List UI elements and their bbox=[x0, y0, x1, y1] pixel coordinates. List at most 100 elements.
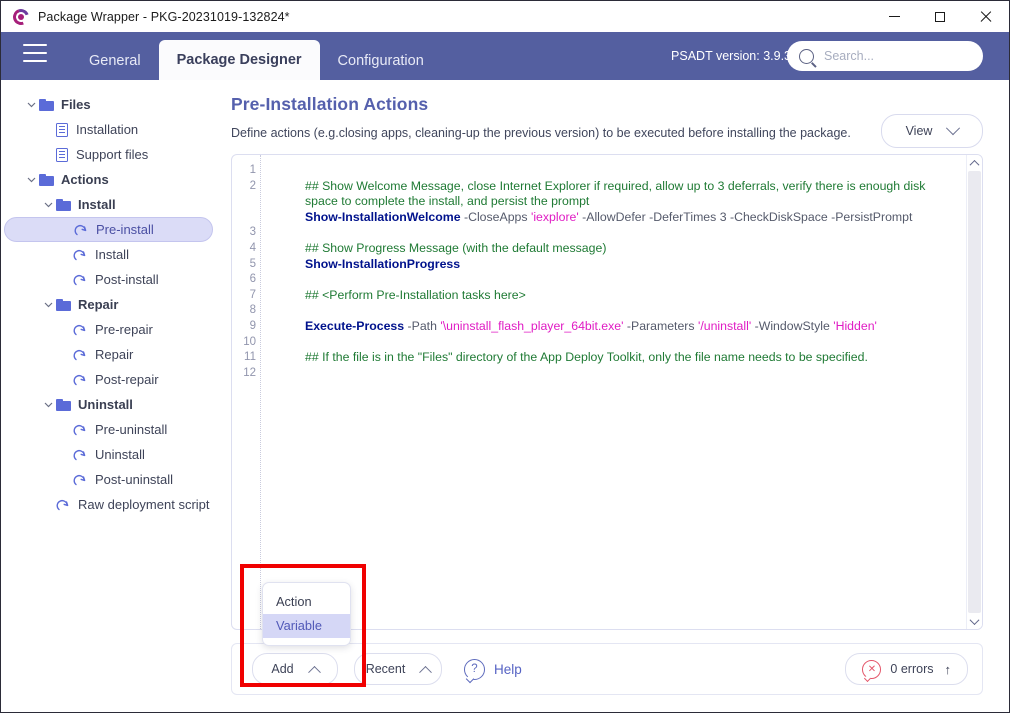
sidebar-item-repair[interactable]: Repair bbox=[1, 342, 223, 367]
title-bar: Package Wrapper - PKG-20231019-132824* bbox=[1, 1, 1009, 32]
line-number: 1 bbox=[249, 164, 256, 176]
chevron-up-icon bbox=[307, 665, 321, 679]
sidebar-item-repair-group[interactable]: Repair bbox=[1, 292, 223, 317]
menu-item-action[interactable]: Action bbox=[263, 590, 350, 614]
sidebar-item-post-uninstall[interactable]: Post-uninstall bbox=[1, 467, 223, 492]
sidebar-tree: Files Installation Support files Actions… bbox=[1, 80, 223, 712]
close-button[interactable] bbox=[963, 1, 1009, 32]
sidebar-item-label: Pre-repair bbox=[95, 322, 153, 337]
action-arrow-icon bbox=[73, 273, 88, 287]
sidebar-item-installation[interactable]: Installation bbox=[1, 117, 223, 142]
tab-configuration[interactable]: Configuration bbox=[320, 42, 442, 80]
search-box[interactable] bbox=[787, 41, 983, 71]
sidebar-item-files[interactable]: Files bbox=[1, 92, 223, 117]
maximize-icon bbox=[935, 11, 945, 22]
sidebar-item-uninstall[interactable]: Uninstall bbox=[1, 442, 223, 467]
line-number: 8 bbox=[249, 304, 256, 317]
chevron-down-icon bbox=[969, 614, 980, 625]
minimize-button[interactable] bbox=[871, 1, 917, 32]
code-token-param: -AllowDefer -DeferTimes 3 -CheckDiskSpac… bbox=[578, 209, 913, 224]
line-number: 2 bbox=[249, 179, 256, 192]
code-token-param: -WindowStyle bbox=[751, 318, 834, 333]
sidebar-item-post-install[interactable]: Post-install bbox=[1, 267, 223, 292]
sidebar-item-pre-repair[interactable]: Pre-repair bbox=[1, 317, 223, 342]
sidebar-item-post-repair[interactable]: Post-repair bbox=[1, 367, 223, 392]
minimize-icon bbox=[888, 16, 900, 17]
code-token-param: -Parameters bbox=[623, 318, 698, 333]
code-token-comment: ## If the file is in the "Files" directo… bbox=[305, 350, 868, 365]
menu-item-variable[interactable]: Variable bbox=[263, 614, 350, 638]
sidebar-item-label: Support files bbox=[76, 147, 149, 162]
chevron-down-icon[interactable] bbox=[40, 202, 56, 208]
chevron-down-icon[interactable] bbox=[40, 402, 56, 408]
folder-icon bbox=[39, 98, 54, 111]
sidebar-item-label: Repair bbox=[95, 347, 134, 362]
code-token-param: -CloseApps bbox=[460, 209, 531, 224]
package-wrapper-logo-icon bbox=[10, 5, 32, 28]
add-dropdown-menu[interactable]: Action Variable bbox=[262, 582, 351, 646]
action-arrow-icon bbox=[73, 348, 88, 362]
sidebar-item-raw-deployment-script[interactable]: Raw deployment script bbox=[1, 492, 223, 517]
action-arrow-icon bbox=[73, 248, 88, 262]
code-token-string: '/uninstall' bbox=[697, 318, 752, 333]
chevron-down-icon[interactable] bbox=[23, 177, 39, 183]
chevron-up-icon bbox=[969, 159, 980, 170]
scrollbar-down-button[interactable] bbox=[967, 613, 982, 629]
hamburger-menu-icon[interactable] bbox=[23, 44, 47, 62]
scrollbar-up-button[interactable] bbox=[967, 155, 982, 171]
search-input[interactable] bbox=[822, 48, 976, 64]
line-number: 3 bbox=[249, 226, 256, 239]
scrollbar-track[interactable] bbox=[968, 171, 981, 613]
editor-code-area[interactable]: ## Show Welcome Message, close Internet … bbox=[261, 155, 982, 629]
sidebar-item-actions[interactable]: Actions bbox=[1, 167, 223, 192]
chevron-down-icon[interactable] bbox=[23, 102, 39, 108]
sidebar-item-uninstall-group[interactable]: Uninstall bbox=[1, 392, 223, 417]
editor-toolbar: Add Recent ? Help ✕ 0 errors ↑ bbox=[231, 643, 983, 695]
sidebar-item-support-files[interactable]: Support files bbox=[1, 142, 223, 167]
code-token-cmdlet: Show-InstallationWelcome bbox=[305, 209, 461, 224]
search-icon bbox=[799, 48, 814, 64]
sidebar-item-label: Uninstall bbox=[95, 447, 145, 462]
folder-icon bbox=[56, 398, 71, 411]
code-token-comment: ## Show Welcome Message, close Internet … bbox=[305, 178, 926, 209]
sidebar-item-pre-uninstall[interactable]: Pre-uninstall bbox=[1, 417, 223, 442]
code-line: ## If the file is in the "Files" directo… bbox=[305, 350, 982, 366]
chevron-up-icon bbox=[419, 665, 433, 679]
add-button[interactable]: Add bbox=[252, 653, 338, 685]
line-number: 9 bbox=[249, 319, 256, 332]
help-button[interactable]: ? Help bbox=[464, 658, 522, 680]
editor-scrollbar[interactable] bbox=[966, 155, 982, 629]
errors-button[interactable]: ✕ 0 errors ↑ bbox=[845, 653, 968, 685]
code-token-param: -Path bbox=[404, 318, 441, 333]
tab-package-designer[interactable]: Package Designer bbox=[158, 40, 320, 80]
main-tabs: General Package Designer Configuration bbox=[71, 32, 442, 80]
add-button-label: Add bbox=[271, 662, 294, 676]
code-line: ## Show Progress Message (with the defau… bbox=[305, 241, 982, 257]
chevron-down-icon[interactable] bbox=[40, 302, 56, 308]
code-token-cmdlet: Show-InstallationProgress bbox=[305, 256, 461, 271]
view-button[interactable]: View bbox=[881, 114, 983, 148]
sidebar-item-label: Installation bbox=[76, 122, 139, 137]
recent-button[interactable]: Recent bbox=[354, 653, 442, 685]
maximize-button[interactable] bbox=[917, 1, 963, 32]
errors-count-label: 0 errors bbox=[890, 662, 934, 676]
sidebar-item-label: Post-install bbox=[95, 272, 159, 287]
script-editor[interactable]: 1 2 3 4 5 6 7 8 9 10 11 12 ## Show Welco… bbox=[231, 154, 983, 630]
action-arrow-icon bbox=[73, 373, 88, 387]
sidebar-item-label: Repair bbox=[78, 297, 119, 312]
sidebar-item-label: Post-uninstall bbox=[95, 472, 174, 487]
sidebar-item-label: Pre-install bbox=[96, 222, 154, 237]
tab-general[interactable]: General bbox=[71, 42, 159, 80]
sidebar-item-label: Uninstall bbox=[78, 397, 133, 412]
sidebar-item-label: Files bbox=[61, 97, 91, 112]
help-button-label: Help bbox=[494, 661, 522, 677]
sidebar-item-label: Pre-uninstall bbox=[95, 422, 168, 437]
sidebar-item-install-group[interactable]: Install bbox=[1, 192, 223, 217]
code-line: Show-InstallationProgress bbox=[305, 257, 982, 273]
sidebar-item-install[interactable]: Install bbox=[1, 242, 223, 267]
sidebar-item-label: Install bbox=[95, 247, 129, 262]
app-body: Files Installation Support files Actions… bbox=[1, 80, 1009, 712]
code-line: Execute-Process -Path '\uninstall_flash_… bbox=[305, 319, 982, 335]
sidebar-item-pre-install[interactable]: Pre-install bbox=[4, 217, 213, 242]
